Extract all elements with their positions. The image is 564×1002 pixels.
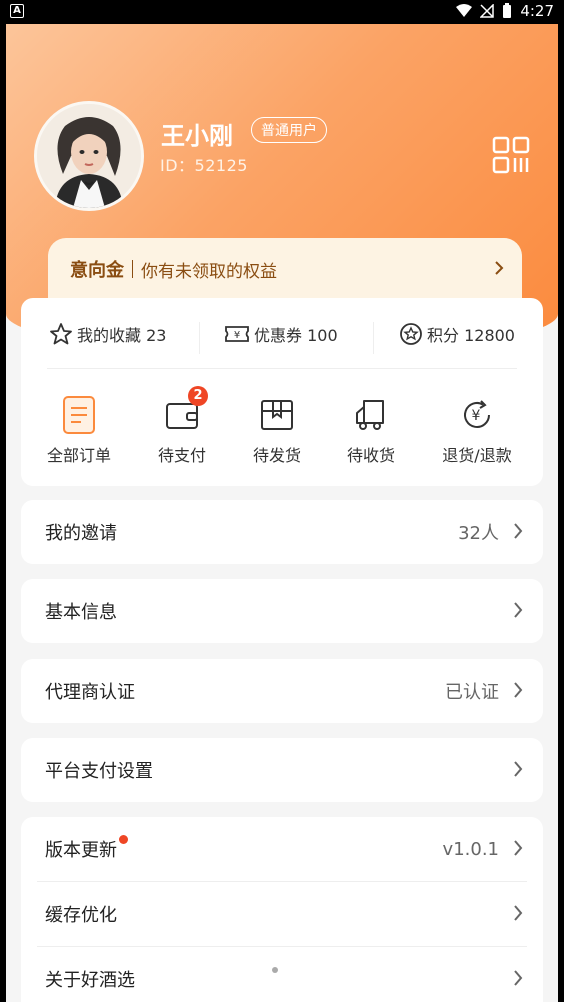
- avatar[interactable]: [34, 101, 144, 211]
- avatar-image: [37, 104, 141, 208]
- cert-status: 已认证: [445, 682, 499, 703]
- user-id: ID：52125: [160, 156, 248, 175]
- scroll-indicator: [272, 967, 278, 973]
- row-label: 代理商认证: [45, 682, 135, 703]
- order-label: 待支付: [157, 446, 206, 465]
- coupon-icon: ¥: [225, 326, 249, 342]
- order-refund[interactable]: ¥ 退货/退款: [427, 394, 527, 466]
- order-all[interactable]: 全部订单: [29, 394, 129, 466]
- stat-divider: [373, 322, 374, 354]
- app-settings-card: 版本更新 v1.0.1 缓存优化 关于好酒选: [21, 817, 543, 1002]
- order-pending-payment[interactable]: 2 待支付: [132, 386, 232, 466]
- status-time: 4:27: [520, 2, 554, 20]
- row-label: 关于好酒选: [45, 970, 135, 991]
- qr-code-button[interactable]: [492, 136, 530, 174]
- stats-orders-card: 我的收藏 23 ¥ 优惠券 100 积分 12800 全部订单 2 待支付 待发…: [21, 298, 543, 486]
- agent-cert-row[interactable]: 代理商认证 已认证: [21, 659, 543, 723]
- row-label: 平台支付设置: [45, 761, 153, 782]
- update-dot: [119, 834, 128, 844]
- chevron-right-icon: [495, 261, 504, 275]
- chevron-right-icon: [514, 523, 523, 539]
- basic-info-card: 基本信息: [21, 579, 543, 643]
- stats-row: 我的收藏 23 ¥ 优惠券 100 积分 12800: [21, 298, 543, 372]
- basic-info-row[interactable]: 基本信息: [21, 579, 543, 643]
- version-update-row[interactable]: 版本更新 v1.0.1: [21, 817, 543, 881]
- chevron-right-icon: [514, 905, 523, 921]
- status-icons: 4:27: [456, 2, 554, 20]
- intent-money-banner[interactable]: 意向金 你有未领取的权益: [48, 238, 522, 300]
- pay-settings-row[interactable]: 平台支付设置: [21, 738, 543, 802]
- profile-screen: 王小刚 普通用户 ID：52125 意向金 你有未领取的权益 我的收藏 23 ¥…: [6, 24, 558, 1002]
- banner-divider: [132, 260, 133, 278]
- chevron-right-icon: [514, 970, 523, 986]
- my-invite-card: 我的邀请 32人: [21, 500, 543, 564]
- order-label: 退货/退款: [442, 446, 512, 465]
- order-list-icon: [63, 396, 95, 434]
- order-label: 待发货: [252, 446, 301, 465]
- invite-count: 32人: [458, 523, 499, 544]
- chevron-right-icon: [514, 840, 523, 856]
- wifi-icon: [456, 4, 473, 17]
- chevron-right-icon: [514, 682, 523, 698]
- battery-icon: [503, 3, 512, 18]
- row-label: 缓存优化: [45, 905, 117, 926]
- cache-optimize-row[interactable]: 缓存优化: [21, 882, 543, 946]
- points-icon: [400, 323, 422, 345]
- chevron-right-icon: [514, 602, 523, 618]
- divider: [47, 368, 517, 369]
- stat-divider: [199, 322, 200, 354]
- pending-payment-badge: 2: [188, 386, 208, 406]
- coupons-stat[interactable]: ¥ 优惠券 100: [224, 322, 338, 346]
- order-label: 待收货: [346, 446, 395, 465]
- favorites-stat[interactable]: 我的收藏 23: [49, 322, 166, 346]
- username: 王小刚: [161, 122, 233, 150]
- truck-icon: [356, 400, 384, 430]
- agent-cert-card: 代理商认证 已认证: [21, 659, 543, 723]
- qr-code-icon: [492, 136, 530, 174]
- coupons-label: 优惠券 100: [254, 326, 338, 345]
- row-label: 我的邀请: [45, 523, 117, 544]
- about-row[interactable]: 关于好酒选: [21, 947, 543, 1002]
- banner-text: 你有未领取的权益: [141, 261, 277, 282]
- svg-text:¥: ¥: [234, 330, 240, 341]
- order-pending-receipt[interactable]: 待收货: [321, 394, 421, 466]
- banner-title: 意向金: [70, 260, 124, 281]
- notification-icon: A: [10, 4, 24, 18]
- status-bar: A 4:27: [0, 0, 564, 24]
- points-stat[interactable]: 积分 12800: [399, 322, 515, 346]
- order-pending-shipment[interactable]: 待发货: [227, 394, 327, 466]
- version-number: v1.0.1: [442, 838, 499, 860]
- user-level-badge: 普通用户: [251, 117, 327, 143]
- my-invite-row[interactable]: 我的邀请 32人: [21, 500, 543, 564]
- svg-text:¥: ¥: [472, 408, 481, 424]
- favorites-label: 我的收藏 23: [77, 326, 167, 345]
- signal-icon: [480, 4, 495, 18]
- pay-settings-card: 平台支付设置: [21, 738, 543, 802]
- package-icon: [261, 400, 293, 430]
- refund-icon: ¥: [464, 400, 490, 428]
- chevron-right-icon: [514, 761, 523, 777]
- order-label: 全部订单: [46, 446, 111, 465]
- points-label: 积分 12800: [427, 326, 515, 345]
- star-icon: [50, 323, 72, 345]
- row-label: 基本信息: [45, 602, 117, 623]
- row-label: 版本更新: [45, 840, 117, 861]
